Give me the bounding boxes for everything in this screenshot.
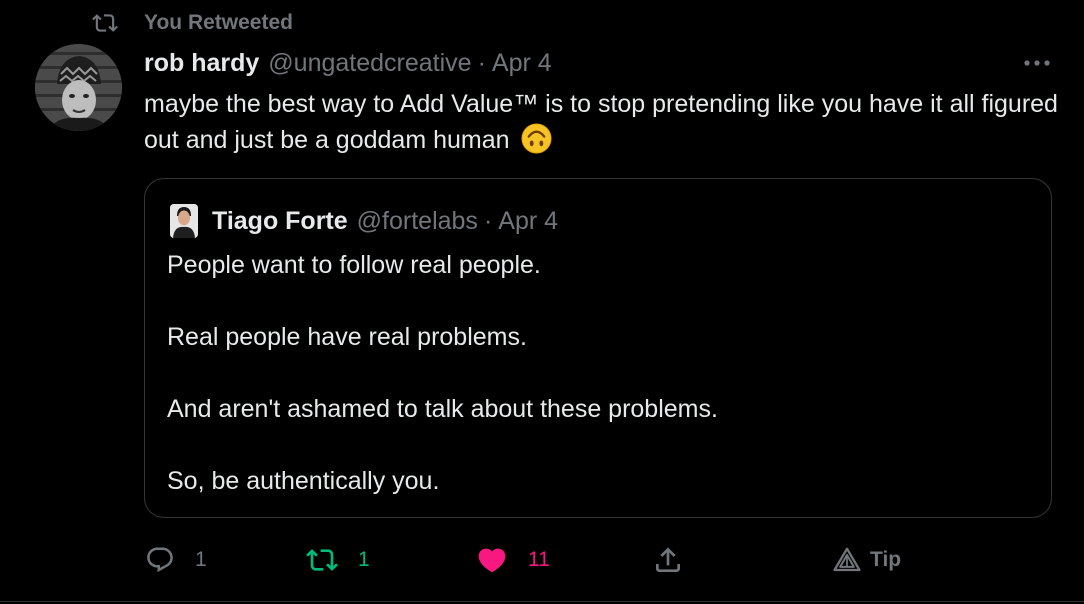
more-icon[interactable] [1022, 56, 1052, 70]
reply-count: 1 [195, 548, 207, 571]
retweet-context: You Retweeted [92, 10, 293, 36]
avatar[interactable] [35, 44, 122, 131]
quoted-author-name[interactable]: Tiago Forte [212, 207, 348, 236]
quoted-paragraph: And aren't ashamed to talk about these p… [167, 395, 718, 423]
retweet-icon [92, 14, 118, 32]
quoted-paragraph: Real people have real problems. [167, 323, 527, 351]
quoted-paragraph: So, be authentically you. [167, 467, 440, 495]
tweet-text: maybe the best way to Add Value™ is to s… [144, 86, 1064, 158]
quoted-paragraph: People want to follow real people. [167, 251, 541, 279]
quoted-separator-dot: · [483, 206, 493, 235]
tip-icon [833, 547, 861, 572]
separator-dot: · [477, 48, 486, 77]
quoted-date[interactable]: Apr 4 [498, 207, 558, 236]
avatar-image [35, 44, 122, 131]
reply-button[interactable]: 1 [145, 542, 207, 578]
tip-label: Tip [870, 548, 902, 571]
quoted-author-handle[interactable]: @fortelabs [357, 207, 478, 236]
share-button[interactable] [652, 542, 684, 578]
upside-down-face-icon [520, 123, 552, 154]
tip-button[interactable]: Tip [832, 542, 901, 578]
retweet-button[interactable]: 1 [306, 542, 370, 578]
author-handle[interactable]: @ungatedcreative [268, 49, 471, 78]
divider [0, 601, 1084, 602]
quoted-tweet[interactable]: Tiago Forte @fortelabs · Apr 4 People wa… [144, 178, 1052, 518]
tweet-header: rob hardy @ungatedcreative · Apr 4 [144, 46, 552, 80]
heart-icon [478, 548, 506, 573]
share-icon [656, 547, 680, 572]
retweet-count: 1 [358, 548, 370, 571]
author-name[interactable]: rob hardy [144, 49, 259, 78]
like-count: 11 [528, 548, 550, 571]
retweet-icon [306, 549, 338, 571]
quoted-tweet-header: Tiago Forte @fortelabs · Apr 4 [170, 204, 558, 238]
retweet-context-label: You Retweeted [144, 11, 293, 34]
like-button[interactable]: 11 [476, 542, 550, 578]
tweet[interactable]: You Retweeted rob hardy @ungatedcreative… [0, 0, 1084, 604]
quoted-avatar[interactable] [170, 204, 198, 238]
tweet-date[interactable]: Apr 4 [492, 49, 552, 78]
tweet-text-content: maybe the best way to Add Value™ is to s… [144, 90, 1058, 154]
quoted-tweet-text: People want to follow real people. Real … [167, 247, 1027, 499]
reply-icon [147, 547, 173, 573]
quoted-avatar-image [170, 204, 198, 238]
